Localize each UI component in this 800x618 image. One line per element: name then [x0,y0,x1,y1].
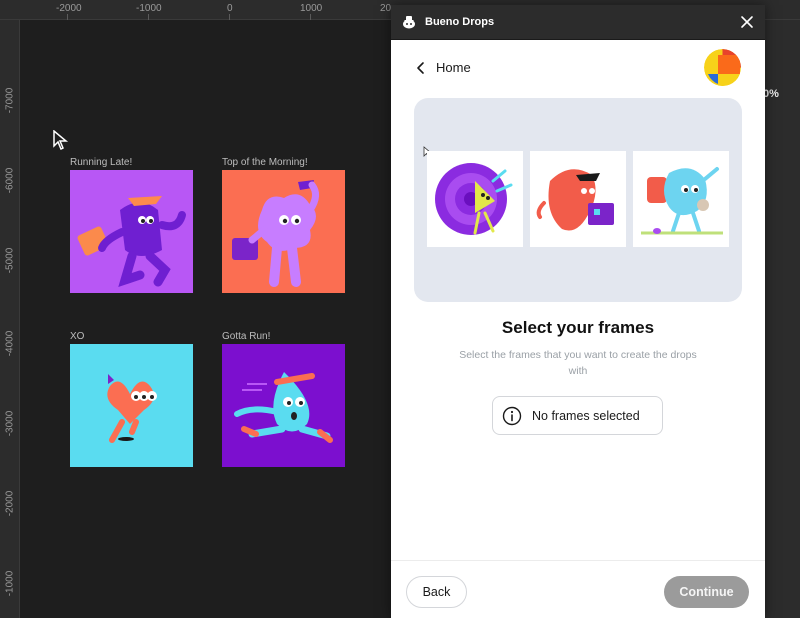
panel-footer: Back Continue [391,560,765,618]
frame-xo[interactable] [70,344,193,467]
page-subtitle: Select the frames that you want to creat… [459,349,697,377]
properties-panel-edge: 0% [763,20,800,618]
ruler-tick: -7000 [4,87,16,114]
mouse-cursor-icon [53,130,69,150]
frame-title[interactable]: Gotta Run! [222,331,270,342]
selection-status: No frames selected [492,396,663,435]
character-illustration [77,196,186,287]
preview-thumbnail [633,151,729,247]
back-button[interactable]: Back [406,576,467,608]
frame-running-late[interactable] [70,170,193,293]
plugin-titlebar: Bueno Drops [391,5,765,40]
ruler-tick: 0 [227,3,233,14]
frame-title[interactable]: Top of the Morning! [222,157,308,168]
nav-bar: Home [391,40,765,98]
frame-gotta-run[interactable] [222,344,345,467]
ruler-tick: -5000 [4,247,16,274]
ruler-left: -7000 -6000 -5000 -4000 -3000 -2000 -100… [0,20,20,618]
info-icon [502,406,522,425]
ruler-tick: -1000 [136,3,162,14]
plugin-panel: Bueno Drops Home Select your frames Sele… [391,5,765,618]
frame-title[interactable]: Running Late! [70,157,132,168]
frame-title[interactable]: XO [70,331,84,342]
ruler-tick: -4000 [4,330,16,357]
plugin-title: Bueno Drops [425,16,495,28]
character-illustration [232,180,319,287]
ruler-tick: -3000 [4,410,16,437]
character-illustration [234,372,333,443]
chevron-left-icon[interactable] [416,61,426,75]
ruler-tick: -2000 [4,490,16,517]
page-title: Select your frames [501,318,655,337]
bueno-logo-icon [403,16,415,29]
ruler-tick: 20 [380,3,392,14]
ruler-tick: -1000 [4,570,16,597]
continue-button[interactable]: Continue [664,576,749,608]
ruler-tick: -6000 [4,167,16,194]
character-illustration [107,374,157,443]
frames-preview [414,98,742,302]
preview-thumbnail [530,151,626,247]
ruler-tick: 1000 [300,3,323,14]
selection-status-text: No frames selected [532,408,640,423]
ruler-tick: -2000 [56,3,82,14]
close-icon[interactable] [739,14,755,30]
zoom-fragment: 0% [763,88,779,100]
home-link[interactable]: Home [436,60,471,75]
preview-thumbnail [427,151,523,247]
frame-top-of-the-morning[interactable] [222,170,345,293]
avatar[interactable] [704,49,741,86]
